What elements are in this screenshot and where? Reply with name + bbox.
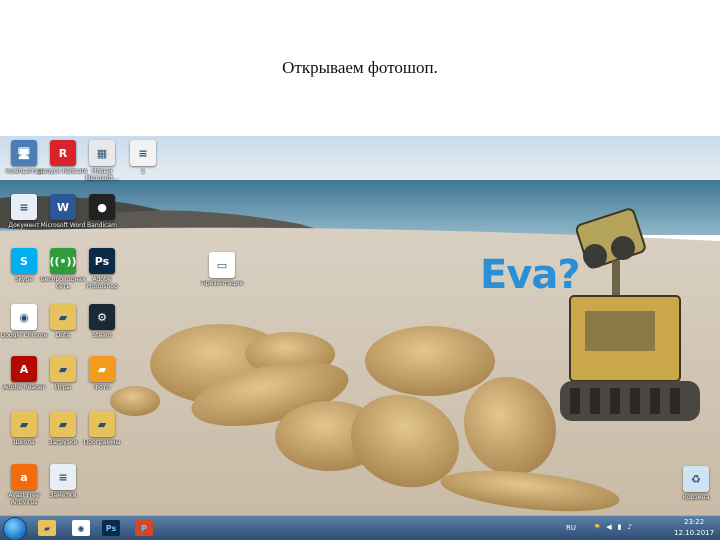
word-icon: W: [50, 194, 76, 220]
desktop-icon[interactable]: ⚙ Steam: [77, 304, 127, 339]
desktop-screenshot: Eva? 🖥 Компьютер R Запуск RedCafe ▦ Новый Mic…: [0, 136, 720, 540]
taskbar-button-explorer[interactable]: ▰: [34, 518, 60, 538]
system-tray: ⚑ ◀ ▮ ♪: [594, 523, 632, 531]
slide-title: Открываем фотошоп.: [282, 58, 438, 77]
desktop-icon-label: Adobe Photoshop: [86, 276, 118, 290]
language-indicator[interactable]: RU: [566, 524, 576, 532]
chrome-icon: ◉: [72, 520, 90, 536]
desktop-icon-label: Корзина: [682, 494, 710, 501]
network-icon[interactable]: ▮: [618, 523, 622, 531]
desktop-icon-label: Заметки: [49, 492, 77, 499]
folder-icon: ▰: [50, 411, 76, 437]
sound-icon[interactable]: ♪: [628, 523, 632, 531]
volume-icon[interactable]: ◀: [606, 523, 611, 531]
photoshop-icon: Ps: [102, 520, 120, 536]
desktop-icon[interactable]: Ps Adobe Photoshop: [77, 248, 127, 290]
desktop-icon-label: Фото: [93, 384, 110, 391]
skype-icon: S: [11, 248, 37, 274]
eva-overlay-text: Eva?: [480, 252, 581, 298]
folder-icon: ▰: [11, 411, 37, 437]
clock-date[interactable]: 12.10.2017: [674, 529, 714, 537]
taskbar-button-photoshop[interactable]: Ps: [98, 518, 124, 538]
desktop-icon-label: Bandicam: [87, 222, 117, 229]
avast-icon: a: [11, 464, 37, 490]
image-folder-icon: ▰: [89, 356, 115, 382]
desktop-icon-label: Презентация: [201, 280, 243, 287]
folder-icon: ▰: [89, 411, 115, 437]
bandicam-icon: ●: [89, 194, 115, 220]
folder-icon: ▰: [38, 520, 56, 536]
folder-icon: ▰: [50, 356, 76, 382]
desktop-icon[interactable]: ≡ 1: [118, 140, 168, 175]
document-icon: ≡: [130, 140, 156, 166]
clock-time[interactable]: 23:22: [684, 518, 704, 526]
desktop-icon-label: Программы: [83, 439, 121, 446]
taskbar-button-chrome[interactable]: ◉: [68, 518, 94, 538]
steam-icon: ⚙: [89, 304, 115, 330]
presentation-file-icon: ▭: [209, 252, 235, 278]
desktop-icon-label: Steam: [92, 332, 112, 339]
desktop-icon[interactable]: ▭ Презентация: [197, 252, 247, 287]
calendar-icon: ▦: [89, 140, 115, 166]
desktop-icon[interactable]: ≡ Заметки: [38, 464, 88, 499]
flag-icon[interactable]: ⚑: [594, 523, 600, 531]
wifi-icon: ((•)): [49, 248, 77, 274]
text-file-icon: ≡: [11, 194, 37, 220]
desktop-icon-label: 1: [141, 168, 145, 175]
photoshop-icon: Ps: [89, 248, 115, 274]
folder-icon: ▰: [50, 304, 76, 330]
start-button[interactable]: [3, 517, 27, 540]
pdf-icon: A: [11, 356, 37, 382]
desktop-icon[interactable]: ▰ Фото: [77, 356, 127, 391]
taskbar: ▰ ◉ Ps P RU ⚑ ◀ ▮ ♪ 23:22 12.10.2017: [0, 515, 720, 540]
recycle-bin-icon: ♻: [683, 466, 709, 492]
chrome-icon: ◉: [11, 304, 37, 330]
desktop-icon[interactable]: ♻ Корзина: [671, 466, 720, 501]
powerpoint-icon: P: [135, 520, 153, 536]
computer-icon: 🖥: [11, 140, 37, 166]
notes-icon: ≡: [50, 464, 76, 490]
desktop-icon[interactable]: ▰ Программы: [77, 411, 127, 446]
desktop-icon[interactable]: ● Bandicam: [77, 194, 127, 229]
taskbar-button-powerpoint[interactable]: P: [131, 518, 157, 538]
redcafe-icon: R: [50, 140, 76, 166]
